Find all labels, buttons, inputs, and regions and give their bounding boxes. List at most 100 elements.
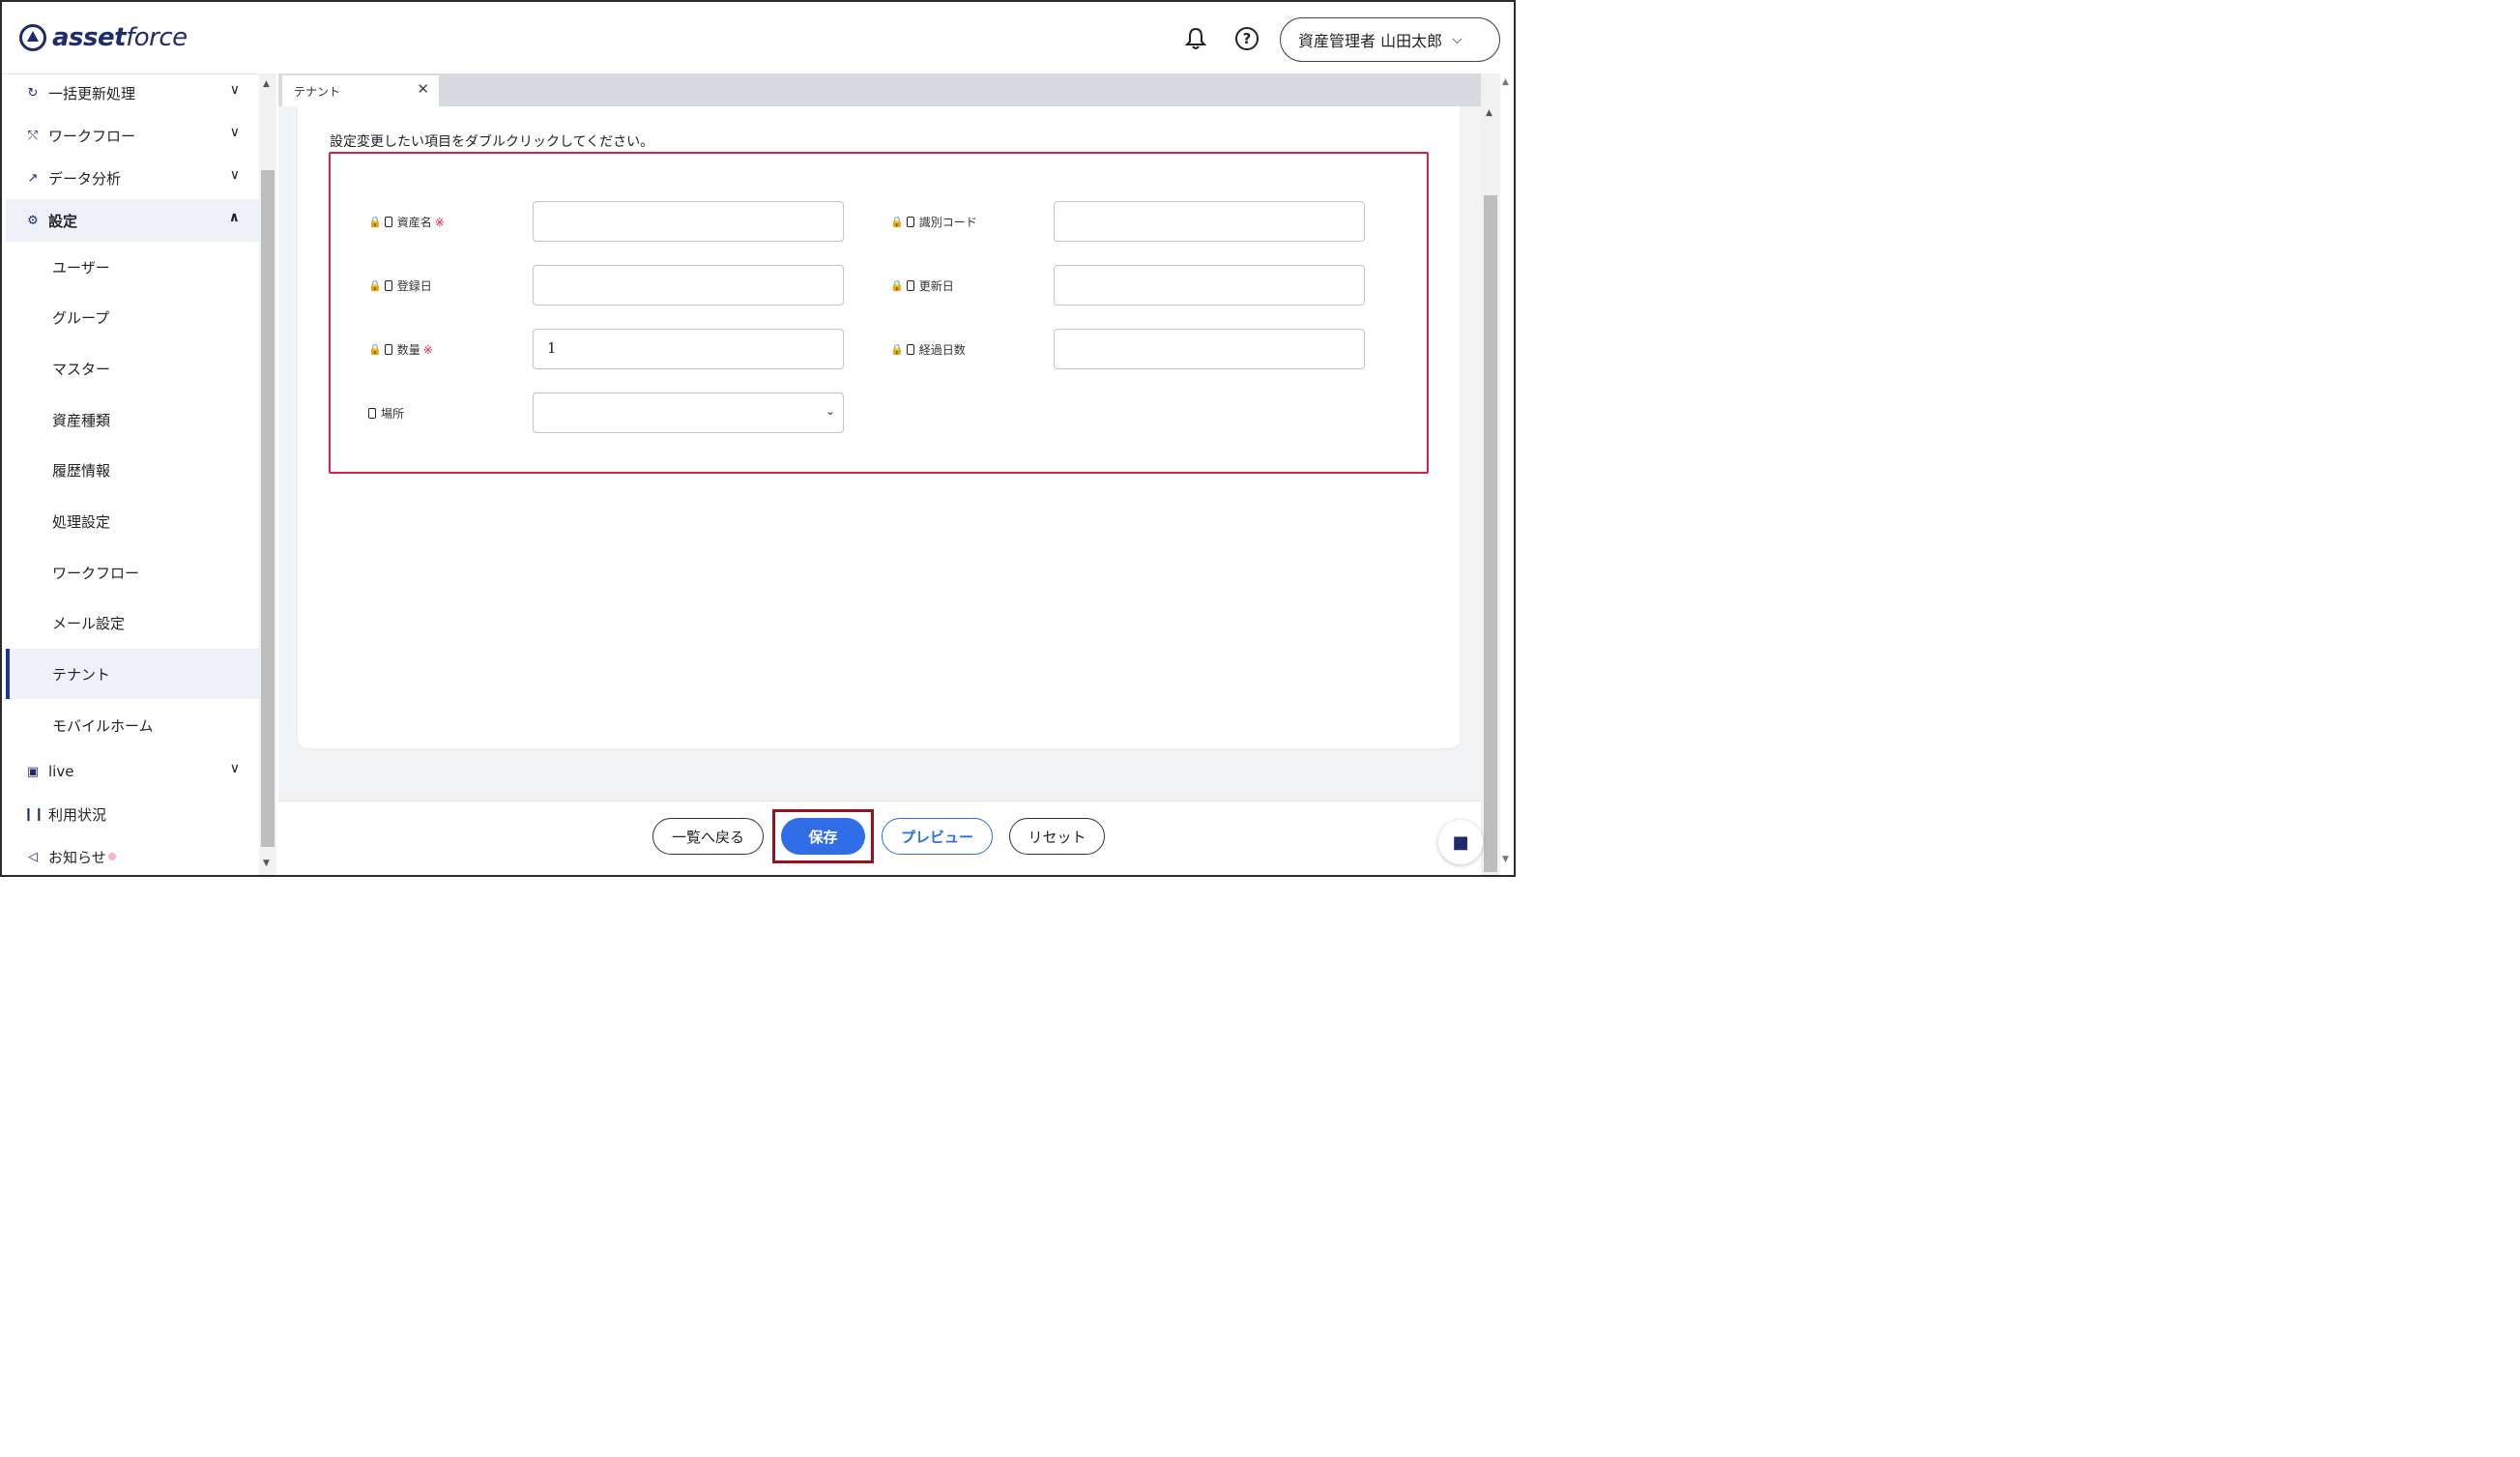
lock-icon: 🔒 <box>890 216 904 228</box>
workflow-icon: ⤲ <box>27 128 39 143</box>
preview-button[interactable]: プレビュー <box>882 818 993 855</box>
back-to-list-button[interactable]: 一覧へ戻る <box>652 818 764 855</box>
main-scroll-thumb[interactable] <box>1484 195 1497 872</box>
form-layout-area[interactable] <box>329 152 1429 474</box>
sidebar-item-label: テナント <box>52 665 111 684</box>
sidebar-item-label: 履歴情報 <box>52 461 111 480</box>
notification-bell-icon[interactable] <box>1185 27 1206 50</box>
lock-icon: 🔒 <box>368 216 382 228</box>
lock-icon: 🔒 <box>368 279 382 292</box>
chevron-down-icon: ∨ <box>229 761 240 776</box>
tab-label: テナント <box>294 85 341 99</box>
required-mark: ※ <box>422 342 433 357</box>
asset-name-field[interactable] <box>533 201 844 242</box>
window-scrollbar[interactable]: ▲ ▼ <box>1500 73 1514 875</box>
quantity-field[interactable]: 1 <box>533 329 844 369</box>
gear-icon: ⚙ <box>27 213 39 228</box>
chevron-up-icon: ∧ <box>228 210 240 225</box>
mobile-icon <box>906 344 914 355</box>
scroll-down-icon[interactable]: ▼ <box>263 859 270 868</box>
required-mark: ※ <box>434 215 445 229</box>
sidebar-item-live[interactable]: ▣ live ∨ <box>6 750 259 793</box>
sidebar-scroll-thumb[interactable] <box>261 170 275 847</box>
label-text: 資産名 <box>396 216 432 229</box>
help-icon[interactable]: ? <box>1235 27 1259 50</box>
field-label-id-code: 🔒 識別コード <box>890 214 977 230</box>
lock-icon: 🔒 <box>890 343 904 356</box>
registered-date-field[interactable] <box>533 265 844 306</box>
logo-text: assetforce <box>52 23 188 52</box>
sidebar-item-label: モバイルホーム <box>52 716 154 735</box>
sidebar-item-processing[interactable]: 処理設定 <box>6 496 259 546</box>
sidebar-item-master[interactable]: マスター <box>6 343 259 393</box>
unread-dot <box>107 853 116 860</box>
sidebar-item-data-analysis[interactable]: ↗ データ分析 ∨ <box>6 157 259 199</box>
sidebar-item-workflow[interactable]: ⤲ ワークフロー ∨ <box>6 114 259 157</box>
label-text: 識別コード <box>918 216 977 229</box>
chevron-down-icon: ∨ <box>229 167 240 183</box>
field-label-elapsed-days: 🔒 経過日数 <box>890 341 966 358</box>
sidebar-item-label: ワークフロー <box>52 564 140 582</box>
field-label-updated-date: 🔒 更新日 <box>890 277 954 294</box>
sidebar-item-label: メール設定 <box>52 614 126 632</box>
sidebar-item-label: live <box>48 763 74 780</box>
sidebar-scrollbar[interactable]: ▲ ▼ <box>259 73 276 875</box>
field-label-location: 場所 <box>368 405 404 422</box>
label-text: 登録日 <box>396 279 432 293</box>
sidebar-item-history[interactable]: 履歴情報 <box>6 445 259 495</box>
sidebar-item-label: 処理設定 <box>52 512 111 531</box>
megaphone-icon: ◁ <box>28 849 38 864</box>
mobile-icon <box>906 217 914 227</box>
scroll-down-icon[interactable]: ▼ <box>1502 855 1509 864</box>
top-header: assetforce ? 資産管理者 山田太郎 ⌵ <box>2 2 1514 73</box>
sidebar-item-mail-settings[interactable]: メール設定 <box>6 597 259 648</box>
sidebar-item-settings[interactable]: ⚙ 設定 ∧ <box>6 199 259 242</box>
refresh-icon: ↻ <box>27 85 39 101</box>
analytics-icon: ↗ <box>27 170 39 186</box>
app-window: assetforce ? 資産管理者 山田太郎 ⌵ ↻ 一括更新処理 ∨ ⤲ ワ… <box>0 0 1516 877</box>
app-logo[interactable]: assetforce <box>19 23 188 52</box>
sidebar-item-bulk-update[interactable]: ↻ 一括更新処理 ∨ <box>6 72 259 114</box>
sidebar-item-label: 利用状況 <box>48 805 107 824</box>
label-text: 場所 <box>381 407 405 421</box>
elapsed-days-field[interactable] <box>1054 329 1365 369</box>
sidebar-item-asset-types[interactable]: 資産種類 <box>6 394 259 445</box>
tab-tenant[interactable]: テナント ✕ <box>282 75 439 106</box>
save-button[interactable]: 保存 <box>781 818 865 855</box>
scroll-up-icon[interactable]: ▲ <box>263 79 270 89</box>
tab-bar: テナント ✕ <box>278 73 1500 106</box>
sidebar-item-label: 一括更新処理 <box>48 84 136 102</box>
scroll-up-icon[interactable]: ▲ <box>1502 77 1509 87</box>
chat-icon[interactable]: ■ <box>1438 820 1483 864</box>
sidebar-item-label: グループ <box>52 308 110 327</box>
label-text: 経過日数 <box>918 343 966 357</box>
sidebar-item-notices[interactable]: ◁ お知らせ <box>6 835 259 875</box>
sidebar-item-groups[interactable]: グループ <box>6 292 259 342</box>
label-text: 数量 <box>396 343 420 357</box>
sidebar-item-tenant[interactable]: テナント <box>6 649 259 699</box>
field-label-registered-date: 🔒 登録日 <box>368 277 432 294</box>
reset-button[interactable]: リセット <box>1009 818 1105 855</box>
chevron-down-icon: ∨ <box>229 82 240 98</box>
sidebar-item-users[interactable]: ユーザー <box>6 242 259 292</box>
close-icon[interactable]: ✕ <box>417 80 429 98</box>
label-text: 更新日 <box>918 279 954 293</box>
sidebar-item-label: ワークフロー <box>48 127 136 145</box>
chevron-down-icon: ⌵ <box>1452 32 1463 47</box>
instruction-text: 設定変更したい項目をダブルクリックしてください。 <box>330 134 654 150</box>
sidebar-item-label: マスター <box>52 360 111 378</box>
field-label-asset-name: 🔒 資産名 ※ <box>368 214 445 230</box>
id-code-field[interactable] <box>1054 201 1365 242</box>
chevron-down-icon: ⌄ <box>825 404 835 418</box>
sidebar-item-workflow-settings[interactable]: ワークフロー <box>6 547 259 597</box>
sidebar-item-label: ユーザー <box>52 258 110 277</box>
sidebar-item-usage[interactable]: ❙❙ 利用状況 <box>6 793 259 835</box>
main-scrollbar[interactable]: ▲ <box>1481 73 1500 875</box>
updated-date-field[interactable] <box>1054 265 1365 306</box>
location-select[interactable]: ⌄ <box>533 393 844 433</box>
scroll-up-icon[interactable]: ▲ <box>1486 108 1492 118</box>
sidebar-item-label: 設定 <box>48 212 78 230</box>
mobile-icon <box>384 217 392 227</box>
sidebar-item-mobile-home[interactable]: モバイルホーム <box>6 700 259 750</box>
user-menu-button[interactable]: 資産管理者 山田太郎 ⌵ <box>1280 17 1500 62</box>
